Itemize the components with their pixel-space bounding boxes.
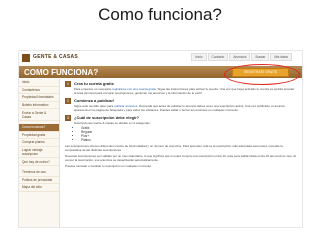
site-logo[interactable]: GENTE & CASAS <box>33 54 78 60</box>
step-number: 1 <box>65 81 71 87</box>
step-1: 1 Crea tu cuenta gratis Para empezar, es… <box>65 81 297 95</box>
sidebar-item-enviar[interactable]: Enviar a Gente & Casas <box>19 109 59 121</box>
nav-contacto[interactable]: Contacto <box>207 53 229 61</box>
sidebar-item-como-funciona[interactable]: Como funciona? <box>19 123 59 132</box>
nav-mis-datos[interactable]: Mis datos <box>270 53 292 61</box>
sidebar-item-mapa[interactable]: Mapa del sitio <box>19 184 59 192</box>
nav-anuncios[interactable]: Anuncios <box>229 53 251 61</box>
step-text: Sigue este sencillo paso para publicar a… <box>74 104 285 112</box>
page-title: COMO FUNCIONA? <box>24 68 99 77</box>
step-number: 2 <box>65 98 71 104</box>
nav-inicio[interactable]: Inicio <box>191 53 207 61</box>
sidebar: Inicio Contáctenos Propiedad Novedades B… <box>19 79 60 227</box>
top-nav: Inicio Contacto Anuncios Buscar Mis dato… <box>191 53 292 61</box>
sidebar-item-comprar-planes[interactable]: Comprar planes <box>19 139 59 147</box>
sidebar-item-contactenos[interactable]: Contáctenos <box>19 87 59 95</box>
subscription-info: Las suscripciones ofrecen diferentes niv… <box>65 144 283 152</box>
sidebar-item-ventaja[interactable]: Lograr ventaja suscripcion <box>19 147 59 159</box>
step-3: 3 ¿Cuál de suscripción debe elegir? Susc… <box>65 115 297 168</box>
step-text: Suscripciones Gente & Casas se dividen e… <box>74 121 151 125</box>
list-item: Platino <box>81 138 297 142</box>
sidebar-item-privacidad[interactable]: Política de privacidad <box>19 177 59 185</box>
step-text: Para empezar, es necesario registrarse c… <box>74 87 295 95</box>
step-number: 3 <box>65 115 71 121</box>
slide-title: Como funciona? <box>98 5 222 24</box>
sidebar-item-nuevo[interactable]: Que hay de nuevo? <box>19 158 59 166</box>
sidebar-item-propiedad-gratis[interactable]: Propiedad gratis <box>19 132 59 140</box>
step-2: 2 Comienza a publicar! Sigue este sencil… <box>65 98 297 112</box>
sidebar-item-boletin[interactable]: Boletín informativo <box>19 102 59 110</box>
main-content: 1 Crea tu cuenta gratis Para empezar, es… <box>65 81 297 227</box>
subscription-list: Gratis Regular Plus+ Platino <box>81 126 297 142</box>
sidebar-item-inicio[interactable]: Inicio <box>19 79 59 87</box>
sidebar-item-terminos[interactable]: Términos de uso <box>19 169 59 177</box>
subscription-cancel: Puedes cancelar o cambiar tu suscripción… <box>65 164 152 168</box>
logo-icon <box>22 54 30 62</box>
subscription-validity: Nuestras suscripciones son válidas por u… <box>65 154 296 162</box>
sidebar-item-novedades[interactable]: Propiedad Novedades <box>19 94 59 102</box>
website-screenshot: GENTE & CASAS Inicio Contacto Anuncios B… <box>18 50 303 228</box>
nav-buscar[interactable]: Buscar <box>251 53 270 61</box>
